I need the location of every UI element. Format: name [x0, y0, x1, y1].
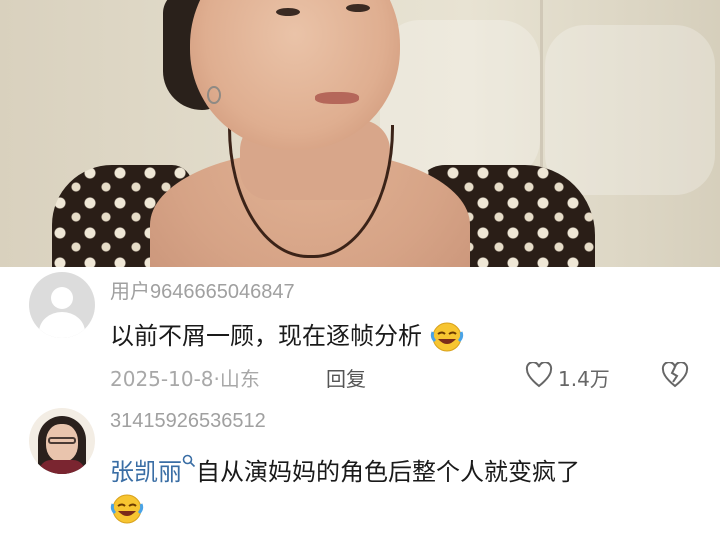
comment-date-location: 2025-10-8·山东	[110, 367, 260, 391]
comment-username[interactable]: 用户9646665046847	[110, 275, 295, 304]
sofa-cushion	[545, 25, 715, 195]
comment-text: 以前不屑一顾，现在逐帧分析	[110, 316, 464, 352]
comment-text: 张凯丽 自从演妈妈的角色后整个人就变疯了	[110, 452, 580, 487]
comment-text-content: 自从演妈妈的角色后整个人就变疯了	[196, 458, 580, 486]
rofl-face-emoji	[110, 494, 144, 524]
sofa-cushion	[380, 20, 540, 180]
reply-button[interactable]: 回复	[326, 363, 366, 392]
eye-right	[346, 4, 370, 12]
heart-outline-icon[interactable]	[525, 362, 553, 388]
mouth	[315, 92, 359, 104]
eye-left	[276, 8, 300, 16]
rofl-face-emoji	[430, 322, 463, 352]
default-avatar-icon[interactable]	[29, 272, 95, 338]
broken-heart-icon[interactable]	[660, 362, 690, 388]
search-icon	[182, 454, 196, 468]
like-count: 1.4万	[558, 367, 610, 391]
user-avatar-photo[interactable]	[29, 408, 95, 474]
earring	[207, 86, 221, 104]
mention-link[interactable]: 张凯丽	[110, 458, 182, 486]
comment-text-content: 以前不屑一顾，现在逐帧分析	[110, 322, 422, 350]
comment-list: 用户9646665046847 以前不屑一顾，现在逐帧分析 2025-10-8·…	[0, 267, 720, 540]
comment-username[interactable]: 31415926536512	[110, 410, 266, 433]
video-frame[interactable]	[0, 0, 720, 267]
